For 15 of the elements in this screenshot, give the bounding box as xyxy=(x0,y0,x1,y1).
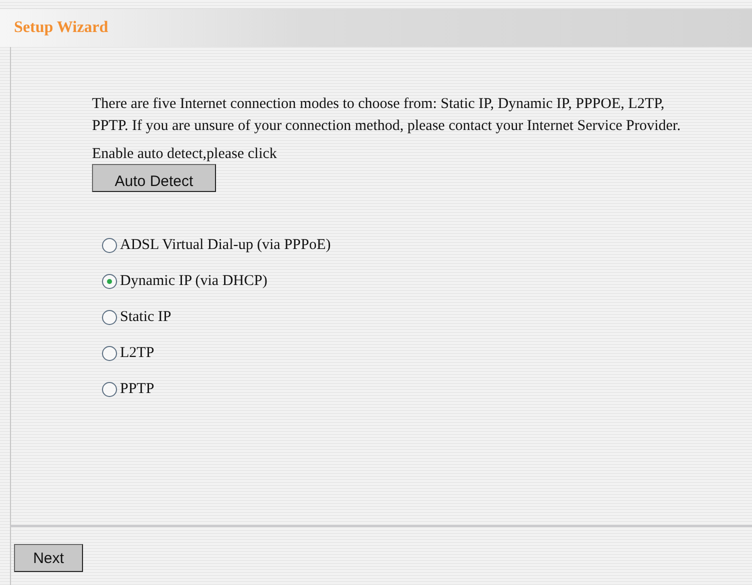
next-button[interactable]: Next xyxy=(14,544,83,572)
window-title: Setup Wizard xyxy=(14,19,108,37)
radio-label: Dynamic IP (via DHCP) xyxy=(120,272,268,291)
radio-button[interactable] xyxy=(102,310,117,324)
radio-button[interactable] xyxy=(102,274,117,288)
radio-label: PPTP xyxy=(120,380,154,399)
radio-button[interactable] xyxy=(102,382,117,396)
auto-detect-button[interactable]: Auto Detect xyxy=(92,164,216,192)
radio-label: Static IP xyxy=(120,308,172,327)
radio-label: L2TP xyxy=(120,344,154,363)
radio-button[interactable] xyxy=(102,238,117,252)
auto-detect-label: Enable auto detect,please click xyxy=(92,145,278,163)
radio-button[interactable] xyxy=(102,346,117,360)
radio-label: ADSL Virtual Dial-up (via PPPoE) xyxy=(120,236,331,255)
intro-text: There are five Internet connection modes to choose from: Static IP, Dynamic IP, PPPOE, L2TP, PPTP. If you are unsure of your connection method, please contact your Internet Service Provider. xyxy=(92,95,682,136)
